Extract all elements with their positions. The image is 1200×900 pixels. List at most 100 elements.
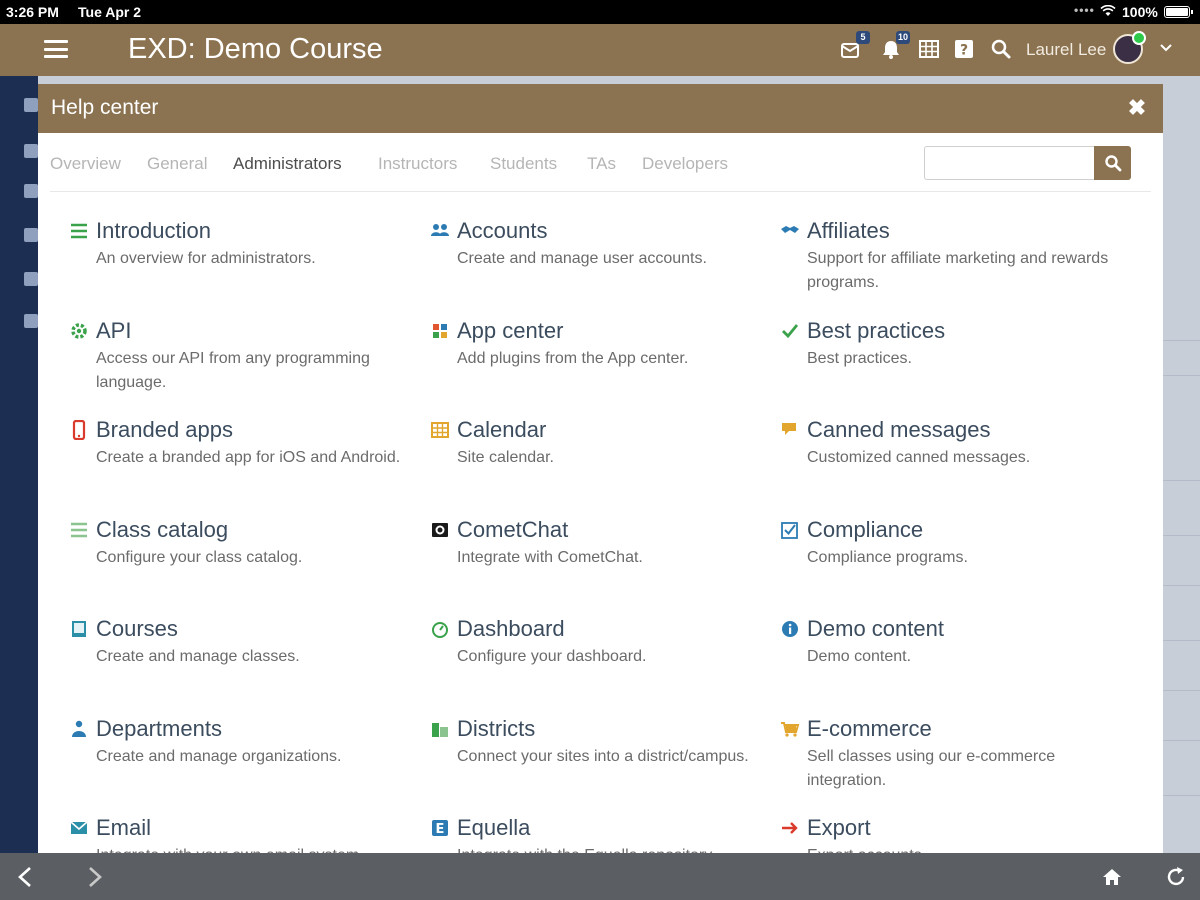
check-icon <box>782 324 799 339</box>
calendar-icon <box>431 422 449 438</box>
cometchat-icon <box>432 523 448 537</box>
topic-title: Export <box>807 815 871 840</box>
topic-title: Email <box>96 815 152 840</box>
topic-description: Access our API from any programming lang… <box>96 350 370 391</box>
topic-description: Connect your sites into a district/campu… <box>457 748 749 765</box>
topic-title: API <box>96 318 132 343</box>
modal-title: Help center <box>51 96 159 119</box>
user-name[interactable]: Laurel Lee <box>1026 40 1106 60</box>
topic-description: Configure your class catalog. <box>96 549 303 566</box>
topic-description: Customized canned messages. <box>807 449 1031 466</box>
search-icon[interactable] <box>990 38 1012 60</box>
envelope-icon <box>70 821 88 834</box>
topic-description: Compliance programs. <box>807 549 968 566</box>
help-search-button[interactable] <box>1094 146 1131 180</box>
topic-title: App center <box>457 318 564 343</box>
status-date: Tue Apr 2 <box>78 4 142 20</box>
topic-description: Add plugins from the App center. <box>457 350 689 367</box>
hamburger-menu-icon[interactable] <box>44 40 68 58</box>
topic-title: Best practices <box>807 318 946 343</box>
svg-text:E: E <box>436 822 445 837</box>
districts-icon <box>432 723 448 737</box>
topic-title: Branded apps <box>96 417 233 442</box>
topic-description: Configure your dashboard. <box>457 648 647 665</box>
topic-title: Courses <box>96 616 178 641</box>
topic-title: E-commerce <box>807 716 932 741</box>
org-icon <box>72 720 86 737</box>
equella-icon: E <box>432 820 448 837</box>
dashboard-icon <box>432 622 448 638</box>
alerts-badge: 10 <box>895 31 910 44</box>
notifications-icon[interactable]: 5 <box>840 31 870 60</box>
topic-title: Dashboard <box>457 616 565 641</box>
arrow-right-icon <box>782 822 798 834</box>
topic-description: Support for affiliate marketing and rewa… <box>807 250 1109 291</box>
close-icon[interactable]: ✖ <box>1125 96 1149 120</box>
forward-icon[interactable] <box>82 865 106 889</box>
handshake-icon <box>781 226 799 233</box>
topic-title: Districts <box>457 716 536 741</box>
topic-title: Class catalog <box>96 517 229 542</box>
help-center-modal: Help center ✖ Overview General Administr… <box>38 84 1163 853</box>
ios-status-bar: 3:26 PM Tue Apr 2 •••• 100% <box>0 0 1200 24</box>
topic-title: Introduction <box>96 218 211 243</box>
browser-toolbar <box>0 853 1200 900</box>
topic-description: Create and manage organizations. <box>96 748 342 765</box>
topic-title: Affiliates <box>807 218 890 243</box>
help-icon[interactable]: ? <box>953 38 975 60</box>
back-icon[interactable] <box>14 865 38 889</box>
topic-title: Calendar <box>457 417 547 442</box>
chat-icon <box>782 423 796 435</box>
topic-description: Create a branded app for iOS and Android… <box>96 449 401 466</box>
avatar[interactable] <box>1113 31 1146 64</box>
topic-title: Departments <box>96 716 222 741</box>
tab-tas[interactable]: TAs <box>587 154 616 174</box>
wifi-icon <box>1100 5 1116 16</box>
notifications-badge: 5 <box>856 31 870 44</box>
tab-developers[interactable]: Developers <box>642 154 728 174</box>
topic-title: Equella <box>457 815 531 840</box>
topic-title: Canned messages <box>807 417 991 442</box>
tab-instructors[interactable]: Instructors <box>378 154 457 174</box>
app-header: EXD: Demo Course 5 10 ? Laurel Lee <box>0 24 1200 76</box>
tab-administrators[interactable]: Administrators <box>233 154 342 174</box>
signal-dots-icon: •••• <box>1074 3 1095 17</box>
list-icon <box>71 223 87 239</box>
svg-text:?: ? <box>960 43 968 59</box>
topic-description: Best practices. <box>807 350 912 367</box>
topic-description: Export accounts. <box>807 844 1137 853</box>
cart-icon <box>781 722 800 737</box>
modal-header: Help center ✖ <box>38 84 1163 133</box>
topic-description: Integrate with your own email system. <box>96 844 426 853</box>
reload-icon[interactable] <box>1164 865 1188 889</box>
tab-general[interactable]: General <box>147 154 207 174</box>
course-title: EXD: Demo Course <box>128 33 383 65</box>
topic-title: Compliance <box>807 517 924 542</box>
topic-description: Create and manage user accounts. <box>457 250 707 267</box>
topic-description: Create and manage classes. <box>96 648 300 665</box>
users-icon <box>431 224 449 236</box>
search-icon <box>1105 155 1122 172</box>
grid-icon[interactable] <box>918 38 940 60</box>
book-icon <box>72 621 86 637</box>
info-icon <box>782 621 798 637</box>
battery-percent: 100% <box>1122 4 1158 20</box>
puzzle-icon <box>433 324 447 338</box>
catalog-icon <box>71 522 87 538</box>
tab-overview[interactable]: Overview <box>50 154 121 174</box>
gear-icon <box>71 323 87 339</box>
alerts-icon[interactable]: 10 <box>880 31 910 60</box>
topic-description: An overview for administrators. <box>96 250 316 267</box>
topic-description: Sell classes using our e-commerce integr… <box>807 748 1056 789</box>
topic-description: Integrate with the Equella repository. <box>457 844 787 853</box>
home-icon[interactable] <box>1100 865 1124 889</box>
help-search-input[interactable] <box>924 146 1094 180</box>
topic-description: Integrate with CometChat. <box>457 549 643 566</box>
topic-description: Demo content. <box>807 648 912 665</box>
battery-icon <box>1164 6 1193 18</box>
chevron-down-icon[interactable] <box>1158 40 1174 56</box>
tab-students[interactable]: Students <box>490 154 557 174</box>
status-time: 3:26 PM <box>6 4 59 20</box>
topic-title: CometChat <box>457 517 569 542</box>
topic-title: Accounts <box>457 218 548 243</box>
